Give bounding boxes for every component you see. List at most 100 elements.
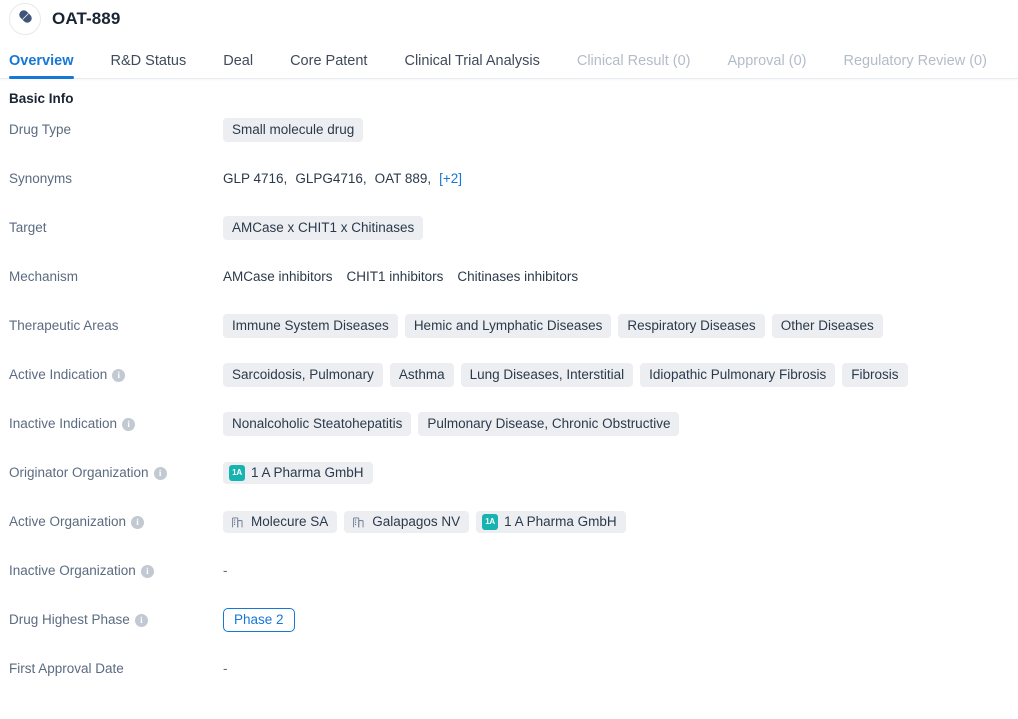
building-icon	[350, 514, 366, 530]
info-icon[interactable]: i	[122, 417, 136, 431]
label-text: Active Indication	[9, 367, 108, 382]
value-drug-highest-phase: Phase 2	[223, 608, 1018, 632]
label-text: Inactive Organization	[9, 563, 136, 578]
label-therapeutic-areas: Therapeutic Areas	[0, 314, 223, 338]
label-text: Target	[9, 220, 47, 235]
tag-target[interactable]: AMCase x CHIT1 x Chitinases	[223, 216, 424, 240]
status-badge-phase[interactable]: Phase 2	[223, 608, 295, 632]
drug-avatar	[9, 3, 41, 35]
value-target: AMCase x CHIT1 x Chitinases	[223, 216, 1018, 240]
tab-approval: Approval (0)	[727, 53, 807, 69]
label-text: First Approval Date	[9, 661, 124, 676]
label-text: Synonyms	[9, 171, 73, 186]
row-drug-type: Drug Type Small molecule drug	[0, 118, 1018, 142]
company-logo-icon: 1A	[229, 465, 245, 481]
label-text: Active Organization	[9, 514, 127, 529]
value-inactive-organization: -	[223, 559, 1018, 583]
label-target: Target	[0, 216, 223, 240]
tab-rd-status[interactable]: R&D Status	[111, 53, 187, 78]
organization-name: Galapagos NV	[372, 514, 461, 529]
row-active-indication: Active Indication i Sarcoidosis, Pulmona…	[0, 363, 1018, 387]
label-synonyms: Synonyms	[0, 167, 223, 191]
tag-organization[interactable]: Molecure SA	[223, 511, 338, 533]
row-originator-organization: Originator Organization i 1A 1 A Pharma …	[0, 461, 1018, 485]
tab-core-patent[interactable]: Core Patent	[290, 53, 367, 78]
tab-clinical-trial-analysis[interactable]: Clinical Trial Analysis	[404, 53, 539, 78]
value-therapeutic-areas: Immune System Diseases Hemic and Lymphat…	[223, 314, 1018, 338]
tag-drug-type[interactable]: Small molecule drug	[223, 118, 364, 142]
tag-active-indication[interactable]: Idiopathic Pulmonary Fibrosis	[640, 363, 836, 387]
tag-active-indication[interactable]: Asthma	[389, 363, 454, 387]
label-text: Drug Type	[9, 122, 72, 137]
row-synonyms: Synonyms GLP 4716, GLPG4716, OAT 889, [+…	[0, 167, 1018, 191]
mechanism-item: CHIT1 inhibitors	[346, 269, 444, 284]
mechanism-item: Chitinases inhibitors	[457, 269, 579, 284]
row-target: Target AMCase x CHIT1 x Chitinases	[0, 216, 1018, 240]
tag-therapeutic-area[interactable]: Hemic and Lymphatic Diseases	[404, 314, 612, 338]
page-title: OAT-889	[52, 9, 121, 28]
tag-active-indication[interactable]: Sarcoidosis, Pulmonary	[223, 363, 383, 387]
value-drug-type: Small molecule drug	[223, 118, 1018, 142]
page-header: OAT-889	[0, 0, 1018, 38]
info-icon[interactable]: i	[153, 466, 167, 480]
value-active-indication: Sarcoidosis, Pulmonary Asthma Lung Disea…	[223, 363, 1018, 387]
tag-organization[interactable]: Galapagos NV	[344, 511, 470, 533]
tab-deal[interactable]: Deal	[223, 53, 253, 78]
organization-name: Molecure SA	[251, 514, 329, 529]
info-icon[interactable]: i	[140, 564, 154, 578]
tag-therapeutic-area[interactable]: Immune System Diseases	[223, 314, 398, 338]
value-mechanism: AMCase inhibitors CHIT1 inhibitors Chiti…	[223, 265, 1018, 289]
organization-name: 1 A Pharma GmbH	[251, 465, 364, 480]
label-text: Therapeutic Areas	[9, 318, 119, 333]
row-active-organization: Active Organization i Molecure SA Galapa…	[0, 510, 1018, 534]
label-text: Originator Organization	[9, 465, 149, 480]
row-first-approval-date: First Approval Date -	[0, 657, 1018, 681]
value-synonyms: GLP 4716, GLPG4716, OAT 889, [+2]	[223, 167, 1018, 191]
tag-active-indication[interactable]: Lung Diseases, Interstitial	[460, 363, 634, 387]
label-drug-highest-phase: Drug Highest Phase i	[0, 608, 223, 632]
value-active-organization: Molecure SA Galapagos NV 1A 1 A Pharma G…	[223, 510, 1018, 534]
overview-content: Basic Info Drug Type Small molecule drug…	[0, 79, 1018, 681]
row-drug-highest-phase: Drug Highest Phase i Phase 2	[0, 608, 1018, 632]
label-mechanism: Mechanism	[0, 265, 223, 289]
row-mechanism: Mechanism AMCase inhibitors CHIT1 inhibi…	[0, 265, 1018, 289]
label-drug-type: Drug Type	[0, 118, 223, 142]
label-text: Mechanism	[9, 269, 79, 284]
tag-organization[interactable]: 1A 1 A Pharma GmbH	[476, 511, 626, 533]
synonyms-more-link[interactable]: [+2]	[439, 167, 462, 191]
synonym-item: OAT 889,	[374, 171, 432, 186]
label-active-organization: Active Organization i	[0, 510, 223, 534]
info-icon[interactable]: i	[134, 613, 148, 627]
value-first-approval-date: -	[223, 657, 1018, 681]
mechanism-item: AMCase inhibitors	[223, 269, 333, 284]
row-inactive-organization: Inactive Organization i -	[0, 559, 1018, 583]
synonym-item: GLP 4716,	[223, 171, 288, 186]
tab-regulatory-review: Regulatory Review (0)	[843, 53, 987, 69]
company-logo-icon: 1A	[482, 514, 499, 530]
tag-inactive-indication[interactable]: Nonalcoholic Steatohepatitis	[223, 412, 412, 436]
value-originator-organization: 1A 1 A Pharma GmbH	[223, 461, 1018, 485]
label-active-indication: Active Indication i	[0, 363, 223, 387]
tag-therapeutic-area[interactable]: Other Diseases	[771, 314, 883, 338]
info-icon[interactable]: i	[112, 368, 126, 382]
section-title-basic-info: Basic Info	[9, 91, 74, 106]
tag-active-indication[interactable]: Fibrosis	[842, 363, 908, 387]
label-text: Drug Highest Phase	[9, 612, 130, 627]
tag-inactive-indication[interactable]: Pulmonary Disease, Chronic Obstructive	[418, 412, 680, 436]
synonym-item: GLPG4716,	[295, 171, 367, 186]
info-icon[interactable]: i	[131, 515, 145, 529]
pill-capsule-icon	[17, 8, 34, 30]
label-originator-organization: Originator Organization i	[0, 461, 223, 485]
row-inactive-indication: Inactive Indication i Nonalcoholic Steat…	[0, 412, 1018, 436]
label-text: Inactive Indication	[9, 416, 118, 431]
tag-organization[interactable]: 1A 1 A Pharma GmbH	[223, 462, 373, 484]
tab-clinical-result: Clinical Result (0)	[576, 53, 691, 69]
building-icon	[229, 514, 245, 530]
label-inactive-organization: Inactive Organization i	[0, 559, 223, 583]
value-inactive-indication: Nonalcoholic Steatohepatitis Pulmonary D…	[223, 412, 1018, 436]
empty-value: -	[223, 661, 228, 676]
tag-therapeutic-area[interactable]: Respiratory Diseases	[618, 314, 765, 338]
label-inactive-indication: Inactive Indication i	[0, 412, 223, 436]
tab-overview[interactable]: Overview	[9, 53, 74, 79]
row-therapeutic-areas: Therapeutic Areas Immune System Diseases…	[0, 314, 1018, 338]
